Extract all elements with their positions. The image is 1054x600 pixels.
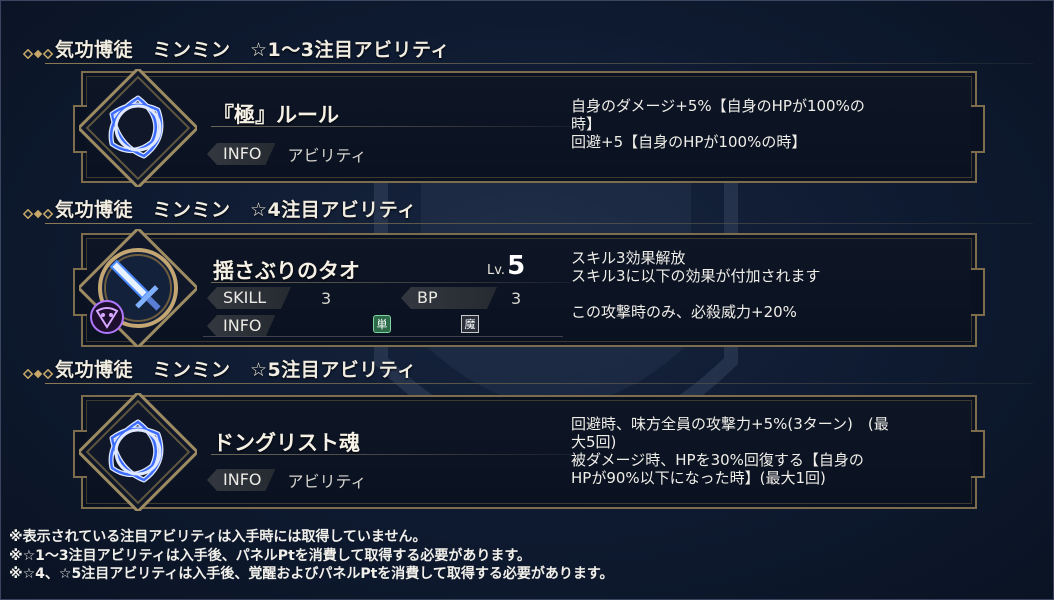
skill-name: 揺さぶりのタオ xyxy=(213,259,360,283)
footnote: ※☆1～3注目アビリティは入手後、パネルPtを消費して取得する必要があります。 xyxy=(9,547,531,564)
section-title: 気功博徒 ミンミン ☆1～3注目アビリティ xyxy=(55,39,450,61)
footnote: ※表示されている注目アビリティは入手時には取得していません。 xyxy=(9,529,427,545)
section-title: 気功博徒 ミンミン ☆4注目アビリティ xyxy=(55,199,417,221)
diamond-ornament-icon xyxy=(23,49,54,59)
skill-bp-tag: BP 3 xyxy=(401,287,521,309)
skill-card[interactable]: 揺さぶりのタオ Lv.5 SKILL 3 BP 3 INFO 単 魔 スキル3効… xyxy=(73,229,985,347)
ability-panel: 気功博徒 ミンミン ☆1～3注目アビリティ 『極』ルール INFO アビリティ … xyxy=(0,0,1054,600)
skill-value: 3 xyxy=(321,288,332,308)
ability-name: 『極』ルール xyxy=(213,103,339,127)
ability-description: 回避時、味方全員の攻撃力+5%(3ターン) (最 大5回) 被ダメージ時、HPを… xyxy=(571,415,971,487)
level-value: 5 xyxy=(507,251,526,281)
section-header-star1-3: 気功博徒 ミンミン ☆1～3注目アビリティ xyxy=(23,39,1033,65)
name-rule xyxy=(211,282,571,283)
ability-card-2[interactable]: ドングリスト魂 INFO アビリティ 回避時、味方全員の攻撃力+5%(3ターン)… xyxy=(73,393,985,511)
ability-description: 自身のダメージ+5%【自身のHPが100%の 時】 回避+5【自身のHPが100… xyxy=(571,97,971,151)
skill-description: スキル3効果解放 スキル3に以下の効果が付加されます この攻撃時のみ、必殺威力+… xyxy=(571,249,971,321)
desc-line: 回避時、味方全員の攻撃力+5%(3ターン) (最 xyxy=(571,415,889,433)
desc-line: スキル3に以下の効果が付加されます xyxy=(571,267,821,285)
section-header-star5: 気功博徒 ミンミン ☆5注目アビリティ xyxy=(23,359,1033,385)
demon-mask-icon xyxy=(90,300,124,334)
level-prefix: Lv. xyxy=(487,263,506,278)
section-title: 気功博徒 ミンミン ☆5注目アビリティ xyxy=(55,359,417,381)
bp-value: 3 xyxy=(511,288,522,308)
desc-line: 回避+5【自身のHPが100%の時】 xyxy=(571,133,807,151)
desc-line: 自身のダメージ+5%【自身のHPが100%の xyxy=(571,97,865,115)
celtic-knot-icon xyxy=(79,393,197,511)
name-rule xyxy=(211,126,571,127)
desc-line: 被ダメージ時、HPを30%回復する【自身の xyxy=(571,451,864,469)
info-tag[interactable]: INFO アビリティ xyxy=(207,469,367,491)
skill-sp-tag: SKILL 3 xyxy=(207,287,331,309)
footnote: ※☆4、☆5注目アビリティは入手後、覚醒およびパネルPtを消費して取得する必要が… xyxy=(9,566,614,582)
magic-element-badge: 魔 xyxy=(461,315,479,333)
diamond-ornament-icon xyxy=(23,369,54,379)
ability-card-1[interactable]: 『極』ルール INFO アビリティ 自身のダメージ+5%【自身のHPが100%の… xyxy=(73,69,985,187)
section-header-star4: 気功博徒 ミンミン ☆4注目アビリティ xyxy=(23,199,1033,225)
section-rule xyxy=(45,63,1033,64)
celtic-knot-icon xyxy=(79,69,197,187)
name-rule xyxy=(211,454,571,455)
desc-line: HPが90%以下になった時】(最大1回) xyxy=(571,469,826,487)
single-target-badge: 単 xyxy=(373,315,391,333)
info-tag[interactable]: INFO アビリティ xyxy=(207,143,367,165)
info-tag-label: INFO xyxy=(207,469,275,491)
desc-line: スキル3効果解放 xyxy=(571,249,686,267)
tag-rule xyxy=(203,336,563,337)
skill-label: SKILL xyxy=(207,287,291,309)
info-tag-label: INFO xyxy=(207,143,275,165)
desc-line: 大5回) xyxy=(571,433,617,451)
desc-spacer xyxy=(571,285,971,303)
desc-line: 時】 xyxy=(571,115,602,133)
section-rule xyxy=(45,223,1033,224)
bp-label: BP xyxy=(401,287,497,309)
footnotes: ※表示されている注目アビリティは入手時には取得していません。 ※☆1～3注目アビ… xyxy=(9,528,614,584)
skill-level: Lv.5 xyxy=(487,251,525,281)
info-tag[interactable]: INFO xyxy=(207,315,275,337)
ability-type: アビリティ xyxy=(287,146,367,165)
section-rule xyxy=(45,383,1033,384)
diamond-ornament-icon xyxy=(23,209,54,219)
info-tag-label: INFO xyxy=(207,315,275,337)
desc-line: この攻撃時のみ、必殺威力+20% xyxy=(571,303,797,321)
ability-name: ドングリスト魂 xyxy=(213,431,360,455)
ability-type: アビリティ xyxy=(287,472,367,491)
